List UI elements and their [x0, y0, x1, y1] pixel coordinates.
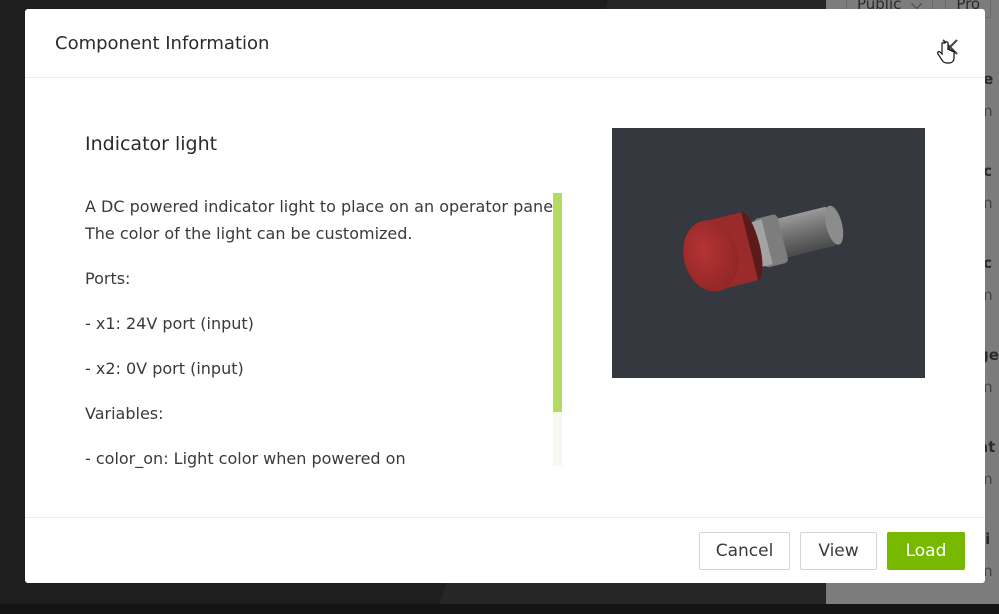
modal-footer: Cancel View Load — [25, 517, 985, 583]
description-line: A DC powered indicator light to place on… — [85, 197, 555, 216]
component-preview[interactable] — [612, 128, 925, 378]
scrollbar-thumb[interactable] — [553, 193, 562, 412]
description-line: The color of the light can be customized… — [85, 224, 413, 243]
modal-header: Component Information — [25, 9, 985, 78]
indicator-light-3d-model-icon — [683, 205, 844, 292]
description-paragraph: - x1: 24V port (input) — [85, 314, 254, 333]
hand-pointer-icon — [937, 41, 955, 64]
cancel-button[interactable]: Cancel — [699, 532, 790, 570]
component-name: Indicator light — [85, 133, 218, 155]
description-paragraph: Variables: — [85, 404, 164, 423]
modal-title: Component Information — [55, 33, 270, 54]
description-paragraph: A DC powered indicator light to place on… — [85, 193, 555, 247]
load-button[interactable]: Load — [887, 532, 965, 570]
description-paragraph: - color_on: Light color when powered on — [85, 449, 406, 468]
view-button[interactable]: View — [800, 532, 877, 570]
description-paragraph: Ports: — [85, 269, 131, 288]
description-paragraph: - x2: 0V port (input) — [85, 359, 244, 378]
description-scrollbar[interactable] — [553, 193, 562, 466]
component-description[interactable]: A DC powered indicator light to place on… — [85, 193, 555, 469]
component-info-modal: Component Information Indicator light A … — [25, 9, 985, 583]
